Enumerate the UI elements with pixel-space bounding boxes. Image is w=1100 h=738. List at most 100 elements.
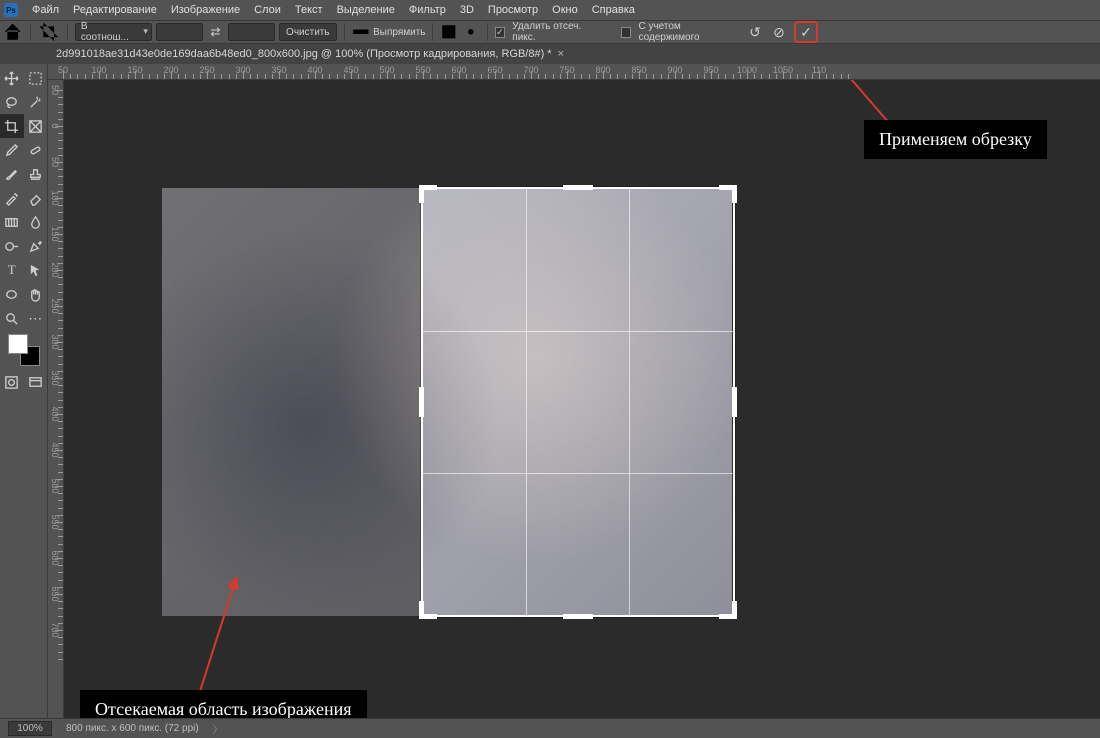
close-tab-button[interactable]: × — [558, 48, 564, 60]
menu-text[interactable]: Текст — [295, 4, 323, 16]
reset-crop-button[interactable]: ↺ — [746, 23, 764, 41]
frame-icon — [28, 119, 43, 134]
status-bar: 100% 800 пикс. x 600 пикс. (72 ppi) 〉 — [0, 718, 1100, 738]
toolbox: T ⋯ — [0, 64, 48, 718]
options-bar: В соотнош... ⇄ Очистить Выпрямить ✓ Удал… — [0, 20, 1100, 44]
lasso-icon — [4, 95, 19, 110]
crop-handle-bottom-right[interactable] — [719, 601, 737, 619]
brush-icon — [4, 167, 19, 182]
menu-3d[interactable]: 3D — [460, 4, 474, 16]
stamp-tool[interactable] — [24, 162, 48, 186]
dodge-tool[interactable] — [0, 234, 24, 258]
straighten-icon-button[interactable] — [352, 23, 370, 41]
color-swatches[interactable] — [8, 334, 40, 366]
content-aware-checkbox[interactable] — [621, 27, 632, 38]
screen-icon — [28, 375, 43, 390]
menu-edit[interactable]: Редактирование — [73, 4, 157, 16]
crop-icon — [4, 119, 19, 134]
quick-select-tool[interactable] — [24, 90, 48, 114]
frame-tool[interactable] — [24, 114, 48, 138]
crop-handle-right[interactable] — [732, 387, 737, 417]
marquee-icon — [28, 71, 43, 86]
menu-file[interactable]: Файл — [32, 4, 59, 16]
menu-view[interactable]: Просмотр — [488, 4, 538, 16]
eraser-tool[interactable] — [24, 186, 48, 210]
delete-cropped-checkbox[interactable]: ✓ — [495, 27, 506, 38]
menu-image[interactable]: Изображение — [171, 4, 240, 16]
zoom-icon — [4, 311, 19, 326]
arrow-icon — [28, 263, 43, 278]
bandage-icon — [28, 143, 43, 158]
shape-tool[interactable] — [0, 282, 24, 306]
crop-icon — [38, 21, 59, 42]
home-icon — [2, 21, 23, 42]
path-select-tool[interactable] — [24, 258, 48, 282]
type-icon: T — [8, 262, 16, 278]
crop-box[interactable] — [421, 187, 735, 617]
crop-tool-indicator[interactable] — [38, 22, 59, 42]
gear-icon — [462, 23, 480, 41]
crop-tool[interactable] — [0, 114, 24, 138]
overlay-options-button[interactable] — [440, 23, 458, 41]
healing-tool[interactable] — [24, 138, 48, 162]
horizontal-ruler[interactable]: 5010015020025030035040045050055060065070… — [48, 64, 1100, 80]
menu-layers[interactable]: Слои — [254, 4, 281, 16]
eyedropper-icon — [4, 143, 19, 158]
annotation-discard-area: Отсекаемая область изображения — [80, 690, 367, 718]
annotation-apply-crop: Применяем обрезку — [864, 120, 1047, 159]
drop-icon — [28, 215, 43, 230]
crop-handle-left[interactable] — [419, 387, 424, 417]
crop-width-field[interactable] — [156, 23, 203, 41]
commit-crop-button[interactable]: ✓ — [800, 24, 812, 41]
ellipse-icon — [4, 287, 19, 302]
level-icon — [352, 23, 370, 41]
gradient-tool[interactable] — [0, 210, 24, 234]
cancel-crop-button[interactable]: ⊘ — [770, 23, 788, 41]
crop-handle-top-right[interactable] — [719, 185, 737, 203]
crop-handle-top[interactable] — [563, 185, 593, 190]
pen-icon — [28, 239, 43, 254]
quick-mask-button[interactable] — [0, 370, 24, 394]
eraser-icon — [28, 191, 43, 206]
screen-mode-button[interactable] — [24, 370, 48, 394]
move-tool[interactable] — [0, 66, 24, 90]
hand-tool[interactable] — [24, 282, 48, 306]
zoom-level[interactable]: 100% — [8, 721, 52, 736]
home-button[interactable] — [2, 22, 23, 42]
swap-dimensions-button[interactable]: ⇄ — [207, 23, 225, 41]
type-tool[interactable]: T — [0, 258, 24, 282]
menu-filter[interactable]: Фильтр — [409, 4, 446, 16]
crop-height-field[interactable] — [228, 23, 275, 41]
commit-crop-highlight: ✓ — [794, 21, 818, 43]
straighten-label[interactable]: Выпрямить — [373, 27, 425, 38]
grid-icon — [440, 23, 458, 41]
blur-tool[interactable] — [24, 210, 48, 234]
crop-handle-top-left[interactable] — [419, 185, 437, 203]
vertical-ruler[interactable]: 5005010015020025030035040045050055060065… — [48, 80, 64, 718]
menu-select[interactable]: Выделение — [337, 4, 395, 16]
menu-bar: Ps Файл Редактирование Изображение Слои … — [0, 0, 1100, 20]
edit-toolbar-button[interactable]: ⋯ — [24, 306, 48, 330]
gradient-icon — [4, 215, 19, 230]
content-aware-label: С учетом содержимого — [638, 21, 742, 43]
menu-window[interactable]: Окно — [552, 4, 578, 16]
history-brush-tool[interactable] — [0, 186, 24, 210]
zoom-tool[interactable] — [0, 306, 24, 330]
foreground-color[interactable] — [8, 334, 28, 354]
aspect-ratio-dropdown[interactable]: В соотнош... — [75, 23, 152, 41]
clear-button[interactable]: Очистить — [279, 23, 337, 41]
marquee-tool[interactable] — [24, 66, 48, 90]
crop-handle-bottom[interactable] — [563, 614, 593, 619]
lasso-tool[interactable] — [0, 90, 24, 114]
pen-tool[interactable] — [24, 234, 48, 258]
crop-settings-button[interactable] — [462, 23, 480, 41]
status-menu-arrow[interactable]: 〉 — [213, 721, 223, 736]
eyedropper-tool[interactable] — [0, 138, 24, 162]
document-info: 800 пикс. x 600 пикс. (72 ppi) — [66, 723, 199, 734]
brush-tool[interactable] — [0, 162, 24, 186]
menu-help[interactable]: Справка — [592, 4, 635, 16]
canvas-area[interactable]: Применяем обрезку Отсекаемая область изо… — [64, 80, 1100, 718]
history-brush-icon — [4, 191, 19, 206]
document-tab[interactable]: 2d991018ae31d43e0de169daa6b48ed0_800x600… — [56, 48, 552, 60]
crop-handle-bottom-left[interactable] — [419, 601, 437, 619]
